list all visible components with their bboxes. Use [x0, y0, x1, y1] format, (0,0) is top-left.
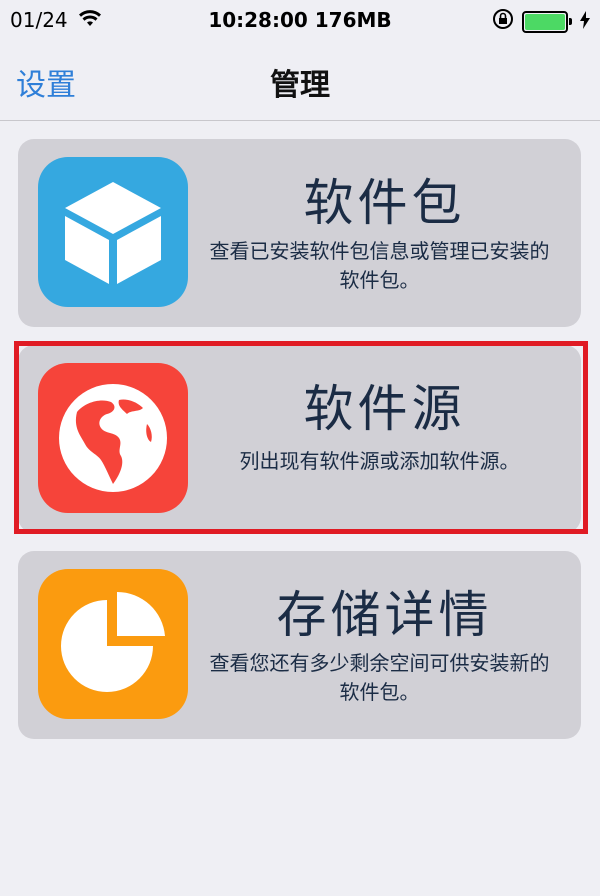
back-button-settings[interactable]: 设置 [16, 60, 76, 104]
globe-icon [38, 363, 188, 513]
card-title: 软件包 [303, 174, 466, 232]
battery-icon [522, 10, 572, 33]
card-description: 查看您还有多少剩余空间可供安装新的软件包。 [209, 651, 550, 704]
card-title: 存储详情 [276, 586, 493, 644]
card-description: 查看已安装软件包信息或管理已安装的软件包。 [209, 239, 550, 292]
card-packages[interactable]: 软件包 查看已安装软件包信息或管理已安装的软件包。 [18, 139, 581, 327]
status-bar: 01/24 10:28:00 176MB [0, 0, 600, 40]
rotation-lock-icon [492, 8, 514, 35]
package-box-icon [38, 157, 188, 307]
card-sources[interactable]: 软件源 列出现有软件源或添加软件源。 [18, 345, 581, 533]
battery-fill [525, 13, 565, 30]
pie-chart-icon [38, 569, 188, 719]
card-storage[interactable]: 存储详情 查看您还有多少剩余空间可供安装新的软件包。 [18, 551, 581, 739]
screen: 01/24 10:28:00 176MB 设置 管理 软件包 查看已安装软件包信… [0, 0, 600, 896]
status-right [492, 8, 590, 35]
navigation-bar: 设置 管理 [0, 40, 600, 121]
card-title: 软件源 [303, 380, 466, 438]
charging-bolt-icon [580, 10, 590, 34]
page-title: 管理 [270, 68, 330, 103]
card-description: 列出现有软件源或添加软件源。 [239, 449, 520, 473]
